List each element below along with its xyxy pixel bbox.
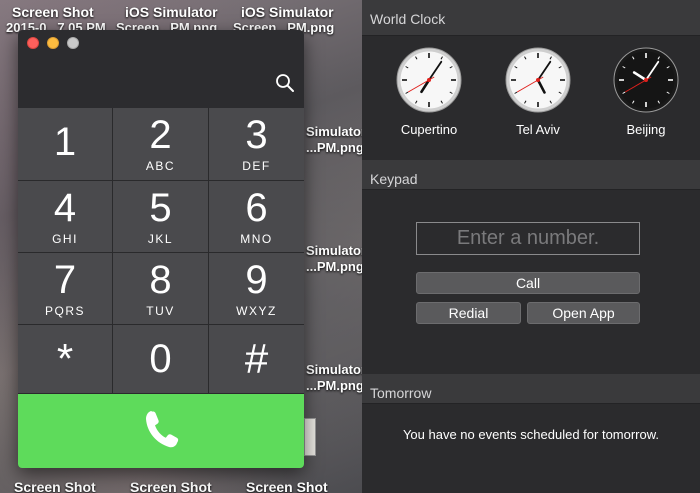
clock-city-label: Cupertino [400, 122, 458, 137]
redial-button[interactable]: Redial [416, 302, 521, 324]
clock-face-icon [505, 47, 571, 113]
key-letters: DEF [242, 159, 271, 173]
key-digit: 0 [149, 337, 172, 381]
search-icon[interactable] [274, 72, 296, 94]
ios-simulator-window: 1 2 ABC 3 DEF 4 GHI 5 JKL 6 MNO 7 PQRS 8 TUV 9W… [18, 30, 304, 468]
minimize-window-button[interactable] [47, 37, 59, 49]
keypad-key-hash[interactable]: # [209, 325, 304, 394]
world-clock-title: World Clock [370, 11, 446, 27]
call-button[interactable] [18, 394, 304, 468]
tomorrow-widget-title: Tomorrow [370, 385, 432, 401]
desktop-file-sublabel[interactable]: ...PM.png [306, 140, 362, 155]
keypad-key-9[interactable]: 9 WXYZ [209, 253, 304, 325]
phone-number-input[interactable] [416, 222, 640, 255]
world-clock-cupertino[interactable]: Cupertino [396, 47, 462, 137]
keypad-widget-header: Keypad [362, 160, 700, 190]
keypad-key-3[interactable]: 3 DEF [209, 108, 304, 181]
tomorrow-events-message: You have no events scheduled for tomorro… [402, 427, 660, 442]
key-letters: GHI [52, 231, 78, 246]
keypad-key-6[interactable]: 6 MNO [209, 181, 304, 253]
keypad-key-star[interactable]: * [18, 325, 113, 394]
keypad-key-5[interactable]: 5 JKL [113, 181, 209, 253]
key-digit: 1 [53, 120, 77, 164]
key-letters: PQRS [44, 303, 85, 318]
keypad-key-7[interactable]: 7 PQRS [18, 253, 113, 325]
desktop-file-label[interactable]: Simulator [306, 124, 362, 139]
phone-icon [143, 408, 179, 455]
world-clock-beijing[interactable]: Beijing [613, 47, 679, 137]
call-number-button[interactable]: Call [416, 272, 640, 294]
desktop-file-sublabel[interactable]: ...PM.png [306, 259, 362, 274]
desktop-file-label[interactable]: Screen Shot [14, 479, 96, 493]
world-clock-tel-aviv[interactable]: Tel Aviv [505, 47, 571, 137]
clock-city-label: Tel Aviv [516, 122, 560, 137]
close-window-button[interactable] [27, 37, 39, 49]
key-digit: 9 [245, 257, 268, 302]
clock-face-icon [613, 47, 679, 113]
key-digit: 2 [149, 113, 172, 157]
key-letters: ABC [145, 159, 176, 173]
key-letters: JKL [147, 231, 174, 246]
phone-keypad: 1 2 ABC 3 DEF 4 GHI 5 JKL 6 MNO 7 PQRS 8 TUV 9W… [18, 108, 304, 394]
key-letters: TUV [146, 303, 175, 318]
desktop-file-label[interactable]: Screen Shot [246, 479, 328, 493]
key-digit: 7 [53, 257, 77, 302]
desktop-file-label[interactable]: Simulator [306, 243, 362, 258]
keypad-key-8[interactable]: 8 TUV [113, 253, 209, 325]
key-letters: WXYZ [236, 303, 277, 318]
key-digit: # [244, 335, 269, 382]
key-digit: * [56, 335, 74, 382]
clock-city-label: Beijing [626, 122, 666, 137]
key-digit: 4 [53, 185, 77, 230]
key-digit: 5 [149, 185, 172, 230]
clock-center-pin [427, 78, 431, 82]
clock-face-icon [396, 47, 462, 113]
key-digit: 8 [149, 257, 172, 302]
desktop-file-label[interactable]: Screen Shot [12, 4, 94, 20]
desktop-file-label[interactable]: iOS Simulator [125, 4, 218, 20]
open-app-button[interactable]: Open App [527, 302, 640, 324]
desktop-file-label[interactable]: Screen Shot [130, 479, 212, 493]
simulator-titlebar [18, 30, 304, 108]
keypad-widget-title: Keypad [370, 171, 418, 187]
key-digit: 6 [245, 185, 268, 230]
tomorrow-widget-header: Tomorrow [362, 374, 700, 404]
world-clock-header: World Clock [362, 0, 700, 36]
key-letters: MNO [240, 231, 273, 246]
keypad-key-2[interactable]: 2 ABC [113, 108, 209, 181]
keypad-key-4[interactable]: 4 GHI [18, 181, 113, 253]
desktop-file-label[interactable]: Simulator [306, 362, 362, 377]
clock-center-pin [536, 78, 540, 82]
keypad-key-0[interactable]: 0 [113, 325, 209, 394]
desktop-file-label[interactable]: iOS Simulator [241, 4, 334, 20]
keypad-key-1[interactable]: 1 [18, 108, 113, 181]
document-thumbnail-icon[interactable] [304, 418, 316, 456]
clock-center-pin [644, 78, 648, 82]
zoom-window-button[interactable] [67, 37, 79, 49]
desktop-file-sublabel[interactable]: ...PM.png [306, 378, 362, 393]
key-digit: 3 [245, 113, 268, 157]
